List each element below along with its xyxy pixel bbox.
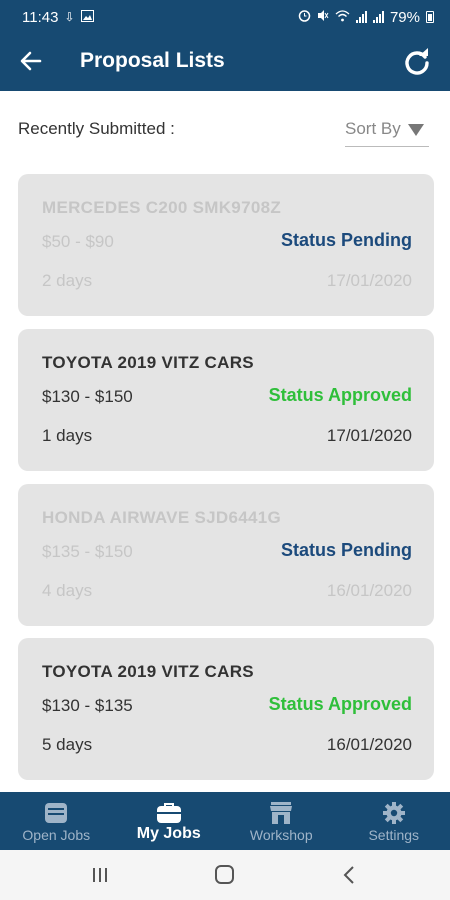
nav-settings[interactable]: Settings xyxy=(338,792,450,850)
proposal-title: TOYOTA 2019 VITZ CARS xyxy=(42,353,254,372)
status-bar-left: 11:43 ⇩ xyxy=(22,9,94,26)
usb-icon: ⇩ xyxy=(64,10,75,24)
proposal-price: $135 - $150 xyxy=(42,542,133,561)
proposal-title: HONDA AIRWAVE SJD6441G xyxy=(42,508,281,527)
proposal-date: 17/01/2020 xyxy=(326,426,412,445)
nav-my-jobs[interactable]: My Jobs xyxy=(113,792,226,850)
sort-by-dropdown[interactable]: Sort By xyxy=(345,112,429,147)
status-bar: 11:43 ⇩ 79% xyxy=(0,0,450,34)
refresh-icon[interactable] xyxy=(402,47,432,77)
gear-icon xyxy=(382,802,405,824)
nav-label: My Jobs xyxy=(136,825,201,842)
page-title: Proposal Lists xyxy=(80,49,225,72)
store-icon xyxy=(270,802,293,824)
recent-apps-icon[interactable] xyxy=(85,864,115,886)
signal-icon-2 xyxy=(372,11,384,23)
proposal-age: 5 days xyxy=(42,735,93,754)
proposal-price: $50 - $90 xyxy=(42,232,114,251)
proposal-card[interactable]: MERCEDES C200 SMK9708Z $50 - $90 Status … xyxy=(18,174,434,316)
proposal-title: MERCEDES C200 SMK9708Z xyxy=(42,198,282,217)
image-icon xyxy=(80,9,94,25)
alarm-icon xyxy=(298,9,311,25)
nav-label: Settings xyxy=(368,827,420,843)
nav-label: Open Jobs xyxy=(22,827,91,843)
proposal-price: $130 - $135 xyxy=(42,696,133,715)
proposal-status: Status Pending xyxy=(280,540,412,560)
proposal-title: TOYOTA 2019 VITZ CARS xyxy=(42,662,254,681)
back-arrow-icon[interactable] xyxy=(18,48,44,74)
nav-label: Workshop xyxy=(249,827,313,843)
nav-workshop[interactable]: Workshop xyxy=(225,792,338,850)
battery-icon xyxy=(426,11,434,23)
app-bar: Proposal Lists xyxy=(0,34,450,91)
nav-open-jobs[interactable]: Open Jobs xyxy=(0,792,113,850)
proposal-date: 16/01/2020 xyxy=(326,581,412,600)
system-nav-bar xyxy=(0,850,450,900)
proposal-date: 17/01/2020 xyxy=(326,271,412,290)
signal-icon xyxy=(355,11,367,23)
proposal-card[interactable]: TOYOTA 2019 VITZ CARS $130 - $150 Status… xyxy=(18,329,434,471)
back-icon[interactable] xyxy=(335,864,365,886)
home-icon[interactable] xyxy=(210,864,240,886)
proposal-status: Status Approved xyxy=(268,694,412,714)
section-label: Recently Submitted : xyxy=(18,119,175,138)
proposal-date: 16/01/2020 xyxy=(326,735,412,754)
status-bar-right: 79% xyxy=(298,9,434,26)
proposal-age: 1 days xyxy=(42,426,93,445)
mute-icon xyxy=(317,9,329,25)
proposal-card[interactable]: HONDA AIRWAVE SJD6441G $135 - $150 Statu… xyxy=(18,484,434,626)
proposal-card[interactable]: TOYOTA 2019 VITZ CARS $130 - $135 Status… xyxy=(18,638,434,780)
wifi-icon xyxy=(335,9,350,25)
inbox-icon xyxy=(45,803,68,823)
proposal-age: 2 days xyxy=(42,271,93,290)
battery-percent: 79% xyxy=(389,8,420,26)
proposal-status: Status Pending xyxy=(280,230,412,250)
proposal-status: Status Approved xyxy=(268,385,412,405)
proposal-age: 4 days xyxy=(42,581,93,600)
bottom-nav: Open Jobs My Jobs Workshop Settings xyxy=(0,792,450,850)
caret-down-icon xyxy=(408,124,424,136)
proposal-price: $130 - $150 xyxy=(42,387,133,406)
briefcase-icon xyxy=(156,803,181,823)
sort-by-label: Sort By xyxy=(345,119,401,138)
clock: 11:43 xyxy=(22,8,59,26)
